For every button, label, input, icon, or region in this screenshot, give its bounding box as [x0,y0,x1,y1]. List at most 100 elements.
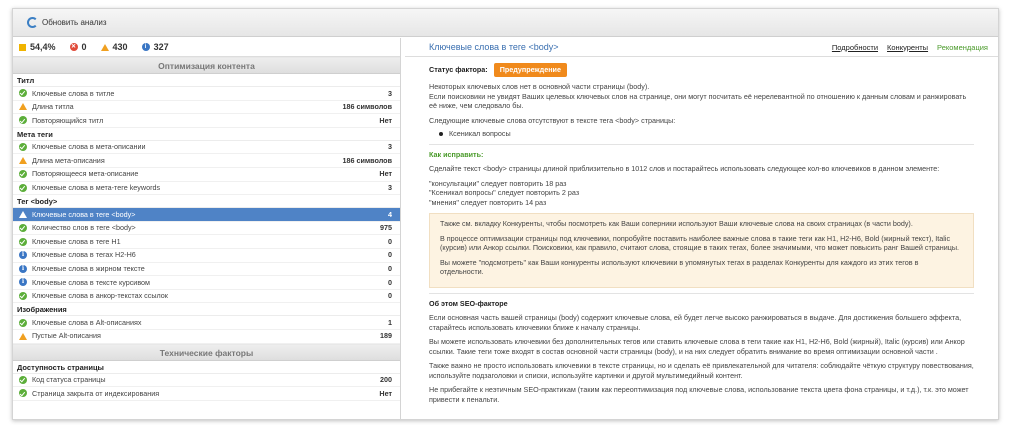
tab-details[interactable]: Подробности [832,43,878,52]
app-window: Обновить анализ 54,4% ✕ 0 430 i 327 Оптими… [12,8,999,420]
tip-box: Также см. вкладку Конкуренты, чтобы посм… [429,213,974,288]
factor-value: 200 [380,375,392,384]
factor-label: Ключевые слова в мета-теге keywords [32,183,161,193]
tip-text-3: Вы можете "подсмотреть" как Ваши конкуре… [440,257,919,277]
repeat-item-3: "мнения" следует повторить 14 раз [429,197,547,207]
intro-text-1: Некоторых ключевых слов нет в основной ч… [429,82,650,91]
factor-row[interactable]: Ключевые слова в мета-описании 3 [13,141,400,155]
errors-stat[interactable]: ✕ 0 [69,42,87,52]
factor-row[interactable]: Ключевые слова в титле 3 [13,87,400,101]
section-header: Оптимизация контента [13,57,400,74]
factor-value: 3 [388,88,392,98]
group-header: Доступность страницы [13,361,400,374]
factor-value: 0 [388,291,392,301]
repeat-item-2: "Ксеникал вопросы" следует повторить 2 р… [429,188,580,197]
factor-label: Ключевые слова в анкор-текстах ссылок [32,291,168,301]
factor-label: Длина мета-описания [32,155,105,165]
factor-row[interactable]: Ключевые слова в Alt-описаниях 1 [13,316,400,330]
factor-row[interactable]: Ключевые слова в анкор-текстах ссылок 0 [13,290,400,304]
group-header: Тег <body> [13,195,400,209]
factor-value: 186 символов [342,155,392,165]
info-icon: i [141,43,150,51]
info-icon: i [19,264,27,273]
check-icon [19,318,27,327]
warning-icon [100,43,109,51]
factor-value: 186 символов [342,102,392,112]
warnings-value: 430 [112,42,128,52]
check-icon [19,183,27,192]
warning-icon [19,103,27,111]
factor-row[interactable]: i Ключевые слова в тексте курсивом 0 [13,276,400,290]
factor-row[interactable]: Длина титла 186 символов [13,101,400,115]
factor-row[interactable]: Ключевые слова в теге <body> 4 [13,208,400,222]
score-stat: 54,4% [19,42,56,52]
tip-text-1: Также см. вкладку Конкуренты, чтобы посм… [440,219,913,228]
divider [429,292,974,294]
factor-label: Ключевые слова в жирном тексте [32,264,145,274]
factor-label: Код статуса страницы [32,375,106,384]
factor-value: 3 [388,183,392,193]
factor-row[interactable]: Ключевые слова в мета-теге keywords 3 [13,182,400,196]
missing-keyword-item: Ксеникал вопросы [439,129,974,139]
factor-label: Ключевые слова в титле [32,88,115,98]
group-header: Изображения [13,303,400,317]
status-label: Статус фактора: [429,65,488,75]
factor-value: 0 [388,264,392,274]
tip-text-2: В процессе оптимизации страницы под ключ… [440,233,960,253]
factor-row[interactable]: Повторяющийся титл Нет [13,114,400,128]
missing-label: Следующие ключевые слова отсутствуют в т… [429,115,676,125]
about-text-2: Вы можете использовать ключевики без доп… [429,337,965,356]
factor-row[interactable]: Страница закрыта от индексирования Нет [13,387,400,401]
factor-row[interactable]: Пустые Alt-описания 189 [13,330,400,344]
check-icon [19,116,27,125]
factor-label: Ключевые слова в тексте курсивом [32,277,151,287]
factor-value: Нет [379,169,392,179]
info-value: 327 [153,42,169,52]
divider [429,143,974,145]
factor-label: Ключевые слова в тегах H2-H6 [32,250,136,260]
factor-row[interactable]: i Ключевые слова в тегах H2-H6 0 [13,249,400,263]
factor-label: Ключевые слова в теге <body> [32,209,136,219]
factor-row[interactable]: Код статуса страницы 200 [13,374,400,388]
tab-recommendation[interactable]: Рекомендация [937,43,988,52]
factor-value: 0 [388,250,392,260]
check-icon [19,389,27,398]
fix-text: Сделайте текст <body> страницы длиной пр… [429,164,940,173]
info-icon: i [19,278,27,287]
factor-value: 189 [380,331,392,341]
factors-panel: 54,4% ✕ 0 430 i 327 Оптимизация контента Ти… [13,38,401,419]
refresh-icon [27,17,38,28]
status-badge: Предупреждение [493,63,567,77]
factor-row[interactable]: Ключевые слова в теге H1 0 [13,235,400,249]
factor-row[interactable]: Количество слов в теге <body> 975 [13,222,400,236]
factor-label: Пустые Alt-описания [32,331,101,341]
about-text-1: Если основная часть вашей страницы (body… [429,313,962,332]
factor-value: 1 [388,317,392,327]
factor-label: Повторяющийся титл [32,115,104,125]
factor-row[interactable]: Повторяющееся мета-описание Нет [13,168,400,182]
score-value: 54,4% [30,42,56,52]
info-stat[interactable]: i 327 [141,42,169,52]
factor-row[interactable]: Длина мета-описания 186 символов [13,154,400,168]
warnings-stat[interactable]: 430 [100,42,128,52]
about-title: Об этом SEO-факторе [429,298,508,308]
factor-label: Повторяющееся мета-описание [32,169,139,179]
factor-value: 0 [388,236,392,246]
section-header: Технические факторы [13,343,400,361]
about-text-3: Также важно не просто использовать ключе… [429,361,974,380]
about-text-4: Не прибегайте к неэтичным SEO-практикам … [429,385,969,404]
check-icon [19,292,27,301]
detail-panel: Ключевые слова в теге <body> Подробности… [405,38,998,419]
stats-bar: 54,4% ✕ 0 430 i 327 [13,38,400,57]
factor-list: Оптимизация контента Титл Ключевые слова в… [13,57,400,401]
warning-icon [19,332,27,340]
info-icon: i [19,251,27,260]
factor-label: Количество слов в теге <body> [32,223,136,233]
error-icon: ✕ [69,43,78,51]
check-icon [19,375,27,384]
factor-row[interactable]: i Ключевые слова в жирном тексте 0 [13,263,400,277]
tab-competitors[interactable]: Конкуренты [887,43,928,52]
refresh-analysis-button[interactable]: Обновить анализ [27,17,107,28]
repeat-item-1: "консультации" следует повторить 18 раз [429,178,567,188]
group-header: Мета теги [13,128,400,141]
